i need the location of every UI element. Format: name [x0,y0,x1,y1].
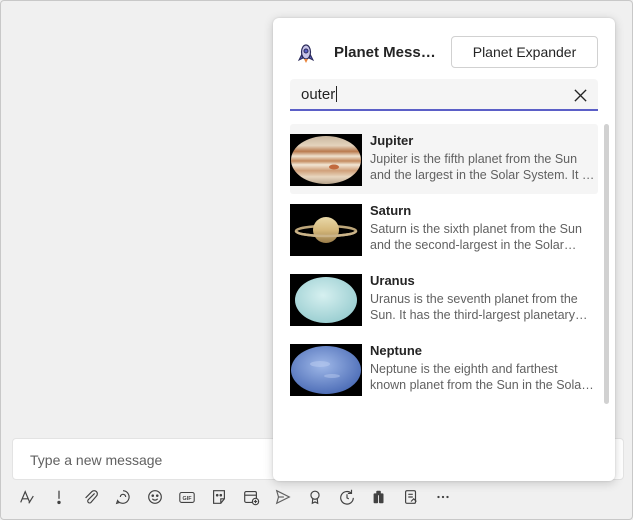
important-icon[interactable] [46,484,72,510]
scrollbar[interactable] [604,124,609,404]
compose-toolbar: GIF [12,484,472,510]
rocket-icon [295,42,317,64]
result-title: Neptune [370,343,422,358]
text-caret [336,86,338,102]
result-title: Uranus [370,273,415,288]
schedule-meeting-icon[interactable] [238,484,264,510]
result-title: Saturn [370,203,412,218]
apps-icon[interactable] [366,484,392,510]
jupiter-thumbnail [290,134,362,186]
more-icon[interactable] [430,484,456,510]
praise-icon[interactable] [302,484,328,510]
neptune-thumbnail [290,344,362,396]
messaging-extension-popup: Planet Messaging Extension Planet Expand… [273,18,615,481]
format-icon[interactable] [14,484,40,510]
svg-text:GIF: GIF [183,496,193,502]
send-icon[interactable] [270,484,296,510]
list-item[interactable]: Saturn Saturn is the sixth planet from t… [290,194,598,264]
list-item[interactable]: Neptune Neptune is the eighth and farthe… [290,334,598,404]
result-title: Jupiter [370,133,414,148]
result-description: Saturn is the sixth planet from the Sun … [370,222,582,252]
message-input[interactable]: Type a new message [30,452,162,468]
close-icon[interactable] [570,85,590,105]
updates-icon[interactable] [334,484,360,510]
list-item[interactable]: Uranus Uranus is the seventh planet from… [290,264,598,334]
loop-icon[interactable] [110,484,136,510]
app-title: Planet Messaging Extension [334,44,438,61]
saturn-thumbnail [290,204,362,256]
attach-icon[interactable] [78,484,104,510]
search-value[interactable]: outer [301,86,338,103]
emoji-icon[interactable] [142,484,168,510]
uranus-thumbnail [290,274,362,326]
approvals-icon[interactable] [398,484,424,510]
planet-expander-button[interactable]: Planet Expander [451,36,598,68]
list-item[interactable]: Jupiter Jupiter is the fifth planet from… [290,124,598,194]
result-description: Uranus is the seventh planet from the Su… [370,292,578,322]
result-description: Jupiter is the fifth planet from the Sun… [370,152,591,182]
popup-header: Planet Messaging Extension Planet Expand… [273,36,615,70]
gif-icon[interactable]: GIF [174,484,200,510]
sticker-icon[interactable] [206,484,232,510]
result-description: Neptune is the eighth and farthest known… [370,362,586,392]
results-list: Jupiter Jupiter is the fifth planet from… [290,124,598,404]
search-input[interactable]: outer [290,79,598,111]
